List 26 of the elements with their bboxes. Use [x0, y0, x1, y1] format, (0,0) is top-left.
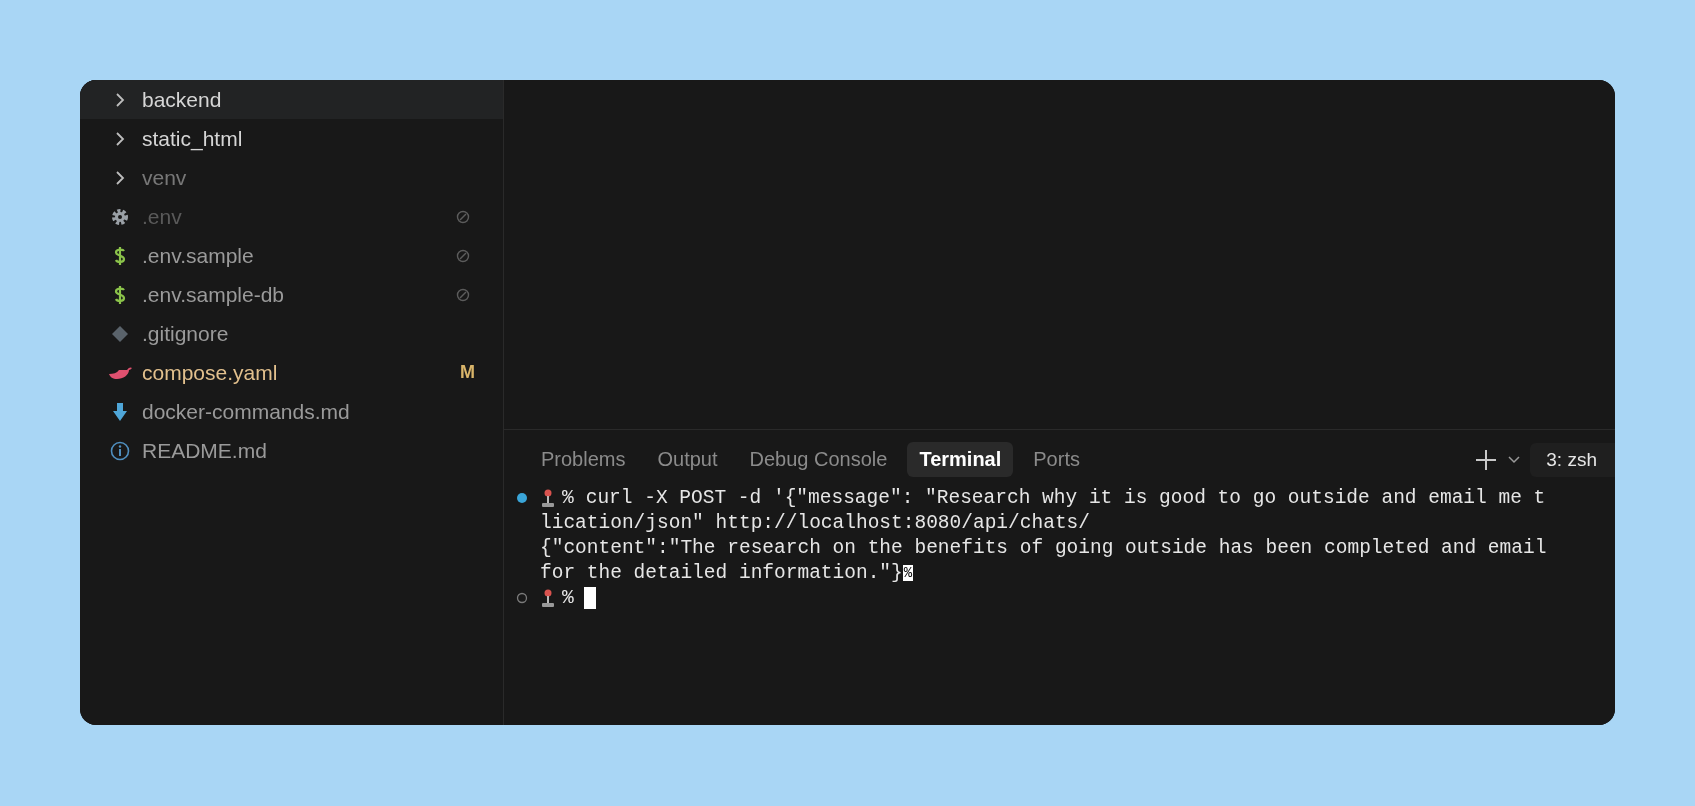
- panel-tab[interactable]: Output: [645, 442, 730, 477]
- explorer-item[interactable]: .env.sample: [80, 236, 503, 275]
- panel-tab[interactable]: Terminal: [907, 442, 1014, 477]
- joystick-icon: [540, 487, 556, 508]
- terminal-output: lication/json" http://localhost:8080/api/chats/: [540, 511, 1090, 534]
- terminal-prompt: %: [562, 586, 574, 609]
- panel-tab[interactable]: Debug Console: [737, 442, 900, 477]
- plus-icon[interactable]: [1474, 447, 1499, 472]
- joystick-icon: [540, 587, 556, 608]
- explorer-item[interactable]: venv: [80, 158, 503, 197]
- terminal-command: curl -X POST -d '{"message": "Research why it is good to go outside and email me t: [585, 486, 1546, 509]
- terminal-output: for the detailed information."}: [540, 561, 903, 584]
- panel-tab[interactable]: Ports: [1021, 442, 1092, 477]
- panel-tab[interactable]: Problems: [529, 442, 638, 477]
- explorer-item[interactable]: compose.yaml M: [80, 353, 503, 392]
- terminal-select[interactable]: 3: zsh: [1530, 442, 1615, 477]
- explorer-item[interactable]: .env.sample-db: [80, 275, 503, 314]
- status-letter: M: [460, 362, 475, 383]
- explorer-item[interactable]: static_html: [80, 119, 503, 158]
- explorer-item[interactable]: README.md: [80, 431, 503, 470]
- terminal-output: {"content":"The research on the benefits of going outside has been completed and email: [540, 536, 1547, 559]
- explorer-item[interactable]: backend: [80, 80, 503, 119]
- terminal-prompt: %: [562, 486, 574, 509]
- end-of-line-mark: %: [902, 564, 914, 581]
- explorer-item[interactable]: .gitignore: [80, 314, 503, 353]
- explorer-item[interactable]: docker-commands.md: [80, 392, 503, 431]
